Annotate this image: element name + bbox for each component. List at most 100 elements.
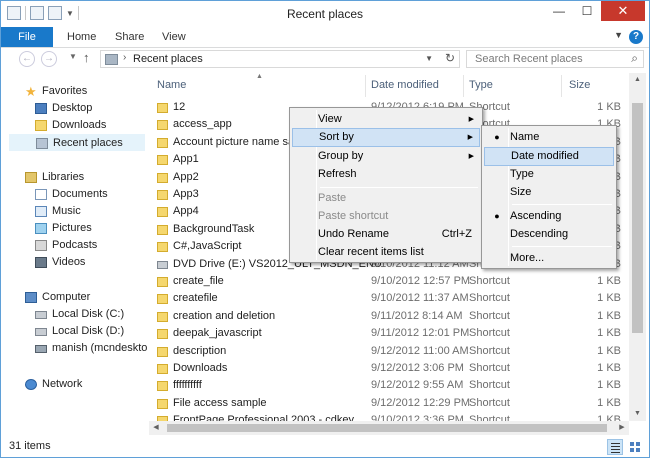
scroll-up-icon[interactable]: ▲ [629,73,646,87]
large-icons-view-icon [636,448,640,452]
tab-file[interactable]: File [1,27,53,47]
minimize-button[interactable]: — [545,1,573,21]
tab-view[interactable]: View [162,27,186,47]
details-view-button[interactable] [607,439,623,455]
large-icons-view-icon [630,442,634,446]
file-row[interactable]: description 9/12/2012 11:00 AM Shortcut 1 K… [151,343,629,360]
file-date: 9/10/2012 11:37 AM [371,292,469,305]
scrollbar-thumb[interactable] [167,424,607,432]
large-icons-view-icon [630,448,634,452]
nav-recent-places[interactable]: Recent places [9,134,145,151]
menu-item-label: Type [510,168,534,180]
nav-label: Desktop [52,102,93,114]
folder-shortcut-icon [157,311,168,322]
submenu-arrow-icon: ▶ [468,116,474,123]
file-type: Shortcut [469,344,510,357]
sort-ascending[interactable]: ● Ascending [484,207,614,226]
videos-icon [35,257,47,268]
tab-share[interactable]: Share [115,27,144,47]
menu-item-group-by[interactable]: Group by ▶ [292,147,480,166]
refresh-icon[interactable]: ↻ [445,51,455,65]
sort-more[interactable]: More... [484,249,614,268]
drive-icon [35,311,47,319]
column-divider[interactable] [561,75,562,97]
item-count: 31 items [9,440,51,452]
search-icon[interactable]: ⌕ [631,51,638,66]
file-row[interactable]: create_file 9/10/2012 12:57 PM Shortcut 1 K… [151,273,629,290]
expand-ribbon-icon[interactable]: ▼ [614,30,623,40]
column-divider[interactable] [365,75,366,97]
sort-descending[interactable]: Descending [484,225,614,244]
file-size: 1 KB [597,396,621,409]
vertical-scrollbar[interactable]: ▲ ▼ [629,73,646,421]
folder-shortcut-icon [157,155,168,166]
file-name: creation and deletion [173,309,276,322]
column-header-size[interactable]: Size [569,79,590,91]
file-row[interactable]: File access sample 9/12/2012 12:29 PM Shor… [151,395,629,412]
drive-icon [35,328,47,336]
scroll-right-icon[interactable]: ▶ [615,421,629,435]
file-name: createfile [173,292,218,305]
sort-date-modified[interactable]: Date modified [484,147,614,166]
scroll-left-icon[interactable]: ◀ [149,421,163,435]
large-icons-view-icon [636,442,640,446]
scrollbar-thumb[interactable] [632,103,643,333]
address-dropdown-icon[interactable]: ▼ [425,54,433,63]
menu-item-paste-shortcut[interactable]: Paste shortcut [292,207,480,226]
sort-name[interactable]: ● Name [484,128,614,147]
column-header-name[interactable]: Name [157,79,186,91]
file-row[interactable]: ffffffffff 9/12/2012 9:55 AM Shortcut 1 KB [151,377,629,394]
back-button[interactable]: ← [19,51,35,67]
folder-shortcut-icon [157,346,168,357]
folder-shortcut-icon [157,120,168,131]
scroll-down-icon[interactable]: ▼ [629,407,646,421]
file-row[interactable]: Downloads 9/12/2012 3:06 PM Shortcut 1 KB [151,360,629,377]
file-date: 9/11/2012 8:14 AM [371,309,463,322]
forward-button[interactable]: → [41,51,57,67]
folder-shortcut-icon [157,242,168,253]
file-type: Shortcut [469,275,510,287]
network-drive-icon [35,345,47,353]
file-name: Downloads [173,362,228,374]
menu-item-undo-rename[interactable]: Undo Rename Ctrl+Z [292,225,480,244]
navigation-bar: ← → ▼ ↑ › Recent places ▼ ↻ Search Recen… [1,48,649,70]
file-size: 1 KB [597,344,621,357]
address-bar[interactable]: › Recent places ▼ ↻ [100,50,460,68]
up-button[interactable]: ↑ [83,50,90,65]
search-placeholder[interactable]: Search Recent places [475,53,583,65]
file-row[interactable]: createfile 9/10/2012 11:37 AM Shortcut 1 KB [151,290,629,307]
column-header-date[interactable]: Date modified [371,79,439,91]
menu-item-label: Ascending [510,210,562,222]
address-path[interactable]: Recent places [133,53,203,65]
menu-item-view[interactable]: View ▶ [292,110,480,129]
window-controls: — ☐ ✕ [545,1,645,21]
nav-label: Libraries [42,171,85,183]
menu-item-refresh[interactable]: Refresh [292,165,480,184]
menu-item-clear-recent[interactable]: Clear recent items list [292,243,480,262]
search-box[interactable]: Search Recent places ⌕ [466,50,644,68]
maximize-button[interactable]: ☐ [573,1,601,21]
file-date: 9/12/2012 9:55 AM [371,379,464,392]
menu-item-paste[interactable]: Paste [292,189,480,208]
breadcrumb-chevron-icon[interactable]: › [123,52,126,63]
nav-label: Pictures [52,222,92,234]
sort-type[interactable]: Type [484,165,614,184]
nav-label: Documents [52,188,108,200]
file-row[interactable]: deepak_javascript 9/11/2012 12:01 PM Short… [151,325,629,342]
selected-bullet-icon: ● [494,132,500,142]
menu-item-label: Paste shortcut [318,210,389,222]
close-button[interactable]: ✕ [601,1,645,21]
help-icon[interactable]: ? [629,30,643,44]
large-icons-view-button[interactable] [627,439,643,455]
documents-icon [35,189,47,200]
column-divider[interactable] [463,75,464,97]
horizontal-scrollbar[interactable]: ◀ ▶ [149,421,629,435]
file-size: 1 KB [597,362,621,374]
tab-home[interactable]: Home [67,27,96,47]
recent-locations-dropdown[interactable]: ▼ [69,52,77,61]
recent-places-icon [36,138,48,149]
menu-item-sort-by[interactable]: Sort by ▶ [292,128,480,147]
file-row[interactable]: creation and deletion 9/11/2012 8:14 AM Sh… [151,308,629,325]
sort-size[interactable]: Size [484,183,614,202]
column-header-type[interactable]: Type [469,79,493,91]
